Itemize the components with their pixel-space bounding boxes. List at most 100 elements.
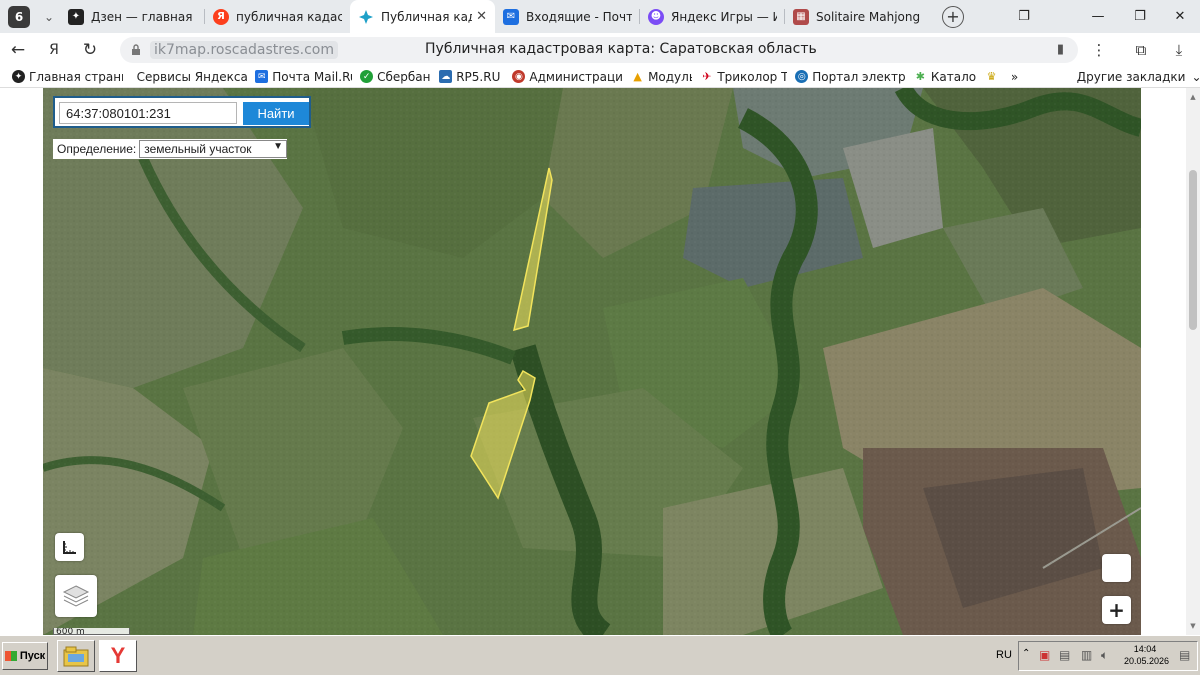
bookmark-label: Триколор ТВ	[717, 69, 788, 84]
bookmark-label: Администрация Н	[529, 69, 624, 84]
find-button[interactable]: Найти	[243, 102, 309, 125]
volume-icon[interactable]: 🔈︎	[1101, 648, 1108, 663]
tab-manager-icon[interactable]: ❐	[1004, 0, 1044, 33]
satellite-map[interactable]	[43, 88, 1141, 635]
url-field[interactable]: ik7map.roscadastres.com Публичная кадаст…	[120, 37, 1078, 63]
other-bookmarks[interactable]: Другие закладки ⌄	[1077, 70, 1200, 84]
chevron-down-icon: ▼	[273, 141, 283, 152]
bookmark-modul[interactable]: ▲ Модуль	[631, 70, 692, 84]
windows-logo-icon	[4, 651, 17, 661]
rp5-icon: ☁	[439, 70, 453, 83]
chevron-down-icon: ⌄	[1191, 69, 1200, 84]
tab-label: Публичная кадас	[381, 9, 473, 24]
collections-icon[interactable]: ⧉	[1126, 33, 1156, 66]
bookmark-label: RP5.RU	[456, 69, 501, 84]
tray-expand-icon[interactable]: ⌃	[1022, 648, 1030, 659]
bookmark-catalog[interactable]: ✱ Каталог	[914, 70, 977, 84]
tab-count-badge[interactable]: 6	[8, 5, 30, 28]
taskbar-explorer[interactable]	[57, 640, 95, 672]
other-bookmarks-label: Другие закладки	[1076, 69, 1186, 84]
admin-icon: ◉	[512, 70, 526, 83]
dzen-icon: ✦	[68, 8, 84, 25]
taskbar-yandex-browser[interactable]: Y	[99, 640, 137, 672]
bookmark-icon[interactable]: ▮	[1057, 42, 1064, 57]
tab-yandex-search[interactable]: Я публичная кадастр	[205, 0, 350, 33]
zen-icon: ✦	[12, 70, 25, 83]
tab-mail[interactable]: ✉ Входящие - Почта М	[495, 0, 640, 33]
chevron-down-icon[interactable]: ⌄	[38, 10, 60, 24]
security-icon[interactable]: ▣	[1039, 648, 1050, 662]
language-indicator[interactable]: RU	[996, 649, 1012, 661]
bookmark-admin[interactable]: ◉ Администрация Н	[512, 70, 623, 84]
bookmark-emblem[interactable]: ♛	[985, 70, 1003, 83]
tab-label: Яндекс Игры — Игр	[671, 9, 777, 24]
bookmarks-overflow-icon[interactable]: »	[1011, 70, 1025, 84]
close-icon[interactable]: ✕	[476, 9, 487, 24]
bookmark-mail[interactable]: ✉ Почта Mail.Ru	[255, 70, 352, 84]
bookmark-portal[interactable]: ◎ Портал электросе	[795, 70, 906, 84]
scroll-down-icon[interactable]: ▼	[1186, 619, 1200, 633]
mail-icon: ✉	[255, 70, 269, 83]
catalog-icon: ✱	[915, 70, 925, 83]
zoom-in-button[interactable]: +	[1102, 596, 1131, 624]
tricolor-icon: ✈	[702, 70, 712, 83]
emblem-icon: ♛	[986, 70, 997, 83]
minimize-button[interactable]: —	[1078, 0, 1118, 33]
scale-bar: 600 m	[53, 628, 130, 635]
scroll-thumb[interactable]	[1189, 170, 1197, 330]
tab-label: Входящие - Почта М	[526, 9, 632, 24]
layers-button[interactable]	[55, 575, 97, 617]
window-close-button[interactable]: ✕	[1160, 0, 1200, 33]
clock-date: 20.05.2026	[1124, 656, 1170, 666]
page-scrollbar[interactable]: ▲ ▼	[1186, 88, 1200, 635]
start-button[interactable]: Пуск	[2, 642, 48, 670]
network-icon[interactable]: ▥	[1081, 648, 1092, 662]
fullscreen-button[interactable]	[1102, 554, 1131, 582]
bookmark-yandex-services[interactable]: Сервисы Яндекса ⌄	[137, 70, 248, 84]
yandex-browser-icon: Y	[110, 643, 126, 668]
cadastral-number-input[interactable]	[59, 102, 237, 124]
back-button[interactable]: ←	[0, 33, 36, 66]
new-tab-button[interactable]: +	[942, 5, 964, 28]
sber-icon: ✓	[360, 70, 374, 83]
layers-icon	[62, 585, 90, 607]
notifications-icon[interactable]: ▤	[1179, 648, 1190, 662]
folder-icon	[63, 646, 89, 667]
download-icon[interactable]: ⤓	[1164, 33, 1194, 66]
device-icon[interactable]: ▤	[1059, 648, 1070, 662]
yandex-icon: Я	[213, 8, 229, 25]
tab-label: публичная кадастр	[236, 9, 342, 24]
modul-icon: ▲	[633, 70, 642, 83]
bookmark-main-page[interactable]: ✦ Главная страница	[12, 70, 123, 84]
menu-icon[interactable]: ⋮	[1084, 33, 1114, 66]
tab-cadastral-map[interactable]: Публичная кадас ✕	[350, 0, 495, 33]
bookmark-label: Сбербанк	[377, 69, 431, 84]
restore-button[interactable]: ❐	[1120, 0, 1160, 33]
tab-games[interactable]: ☻ Яндекс Игры — Игр	[640, 0, 785, 33]
bookmark-label: Сервисы Яндекса ⌄	[136, 69, 248, 84]
definition-value: земельный участок	[144, 142, 252, 156]
bookmark-label: Портал электросе	[812, 69, 906, 84]
bookmark-label: Каталог	[930, 69, 977, 84]
yandex-home-button[interactable]: Я	[36, 33, 72, 66]
bookmark-sber[interactable]: ✓ Сбербанк	[360, 70, 431, 84]
scroll-up-icon[interactable]: ▲	[1186, 90, 1200, 104]
mahjong-icon: ▦	[793, 8, 809, 25]
system-tray: ⌃ ▣ ▤ ▥ 🔈︎ ▤	[1018, 641, 1198, 671]
bookmark-rp5[interactable]: ☁ RP5.RU	[439, 70, 504, 84]
ruler-button[interactable]	[55, 533, 84, 561]
tab-mahjong[interactable]: ▦ Solitaire Mahjong Cl	[785, 0, 930, 33]
tab-dzen[interactable]: ✦ Дзен — главная нов	[60, 0, 205, 33]
tab-label: Solitaire Mahjong Cl	[816, 9, 922, 24]
page-title: Публичная кадастровая карта: Саратовская…	[425, 41, 817, 57]
reload-button[interactable]: ↻	[72, 33, 108, 66]
definition-select[interactable]: земельный участок ▼	[139, 140, 287, 158]
bookmark-label: Почта Mail.Ru	[272, 69, 353, 84]
page-content: ▲ ▼	[0, 88, 1200, 635]
url-text: ik7map.roscadastres.com	[150, 41, 338, 59]
mail-icon: ✉	[503, 8, 519, 25]
bookmark-tricolor[interactable]: ✈ Триколор ТВ	[700, 70, 787, 84]
lock-icon	[132, 44, 140, 55]
taskbar: Пуск Y RU ⌃ ▣ ▤ ▥ 🔈︎ ▤ 14:04 20.05.2026	[0, 635, 1200, 675]
clock[interactable]: 14:04 20.05.2026	[1124, 643, 1170, 667]
